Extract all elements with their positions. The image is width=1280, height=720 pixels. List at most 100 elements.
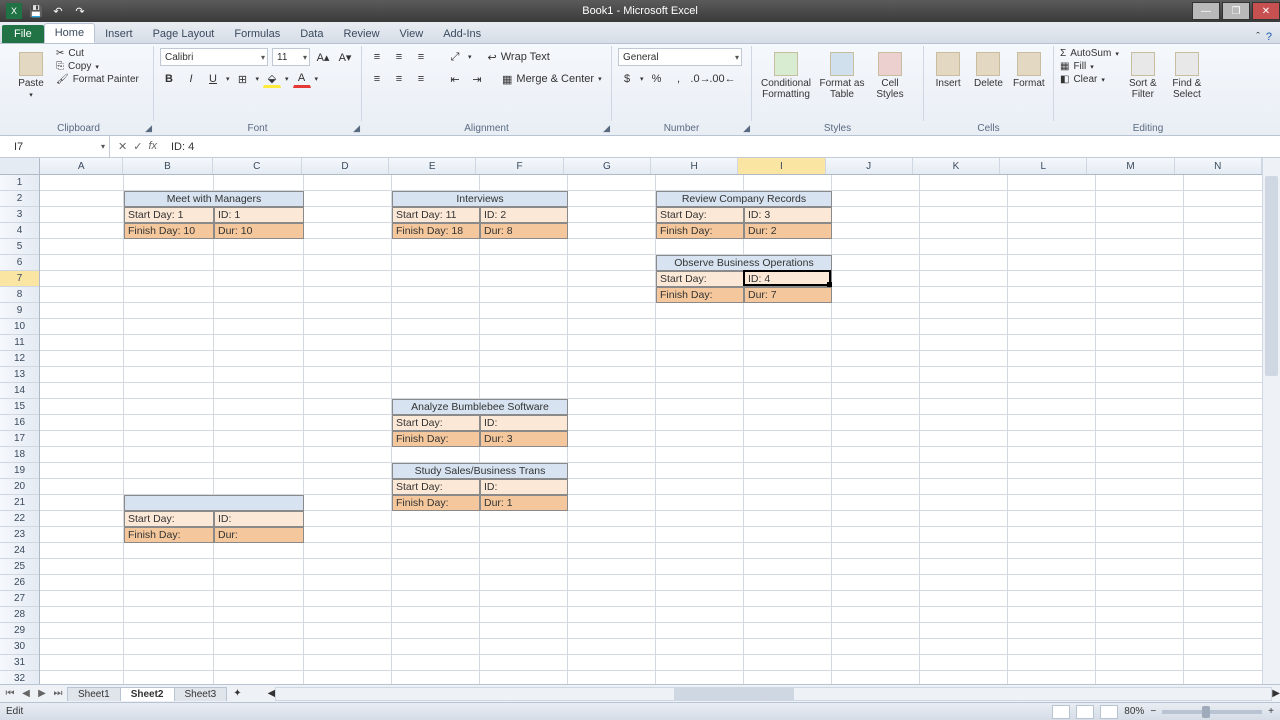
cut-button[interactable]: ✂Cut [56, 48, 139, 59]
task-header[interactable]: Review Company Records [656, 191, 832, 207]
task-cell[interactable]: Dur: 10 [214, 223, 304, 239]
task-cell[interactable]: ID: 1 [214, 207, 304, 223]
task-cell[interactable]: Dur: 3 [480, 431, 568, 447]
row-header-1[interactable]: 1 [0, 175, 39, 191]
help-icon[interactable]: ? [1266, 31, 1272, 43]
horizontal-scrollbar[interactable]: ◀▶ [268, 687, 1280, 701]
row-header-16[interactable]: 16 [0, 415, 39, 431]
row-header-22[interactable]: 22 [0, 511, 39, 527]
task-cell[interactable]: Finish Day: 10 [124, 223, 214, 239]
italic-button[interactable]: I [182, 70, 200, 88]
task-cell[interactable]: Start Day: [656, 207, 744, 223]
row-header-4[interactable]: 4 [0, 223, 39, 239]
font-name-dropdown[interactable]: Calibri [160, 48, 268, 66]
row-headers[interactable]: 1234567891011121314151617181920212223242… [0, 175, 40, 684]
task-cell[interactable]: Start Day: 1 [124, 207, 214, 223]
align-right-icon[interactable]: ≡ [412, 70, 430, 88]
font-color-button[interactable]: A [293, 70, 311, 88]
row-header-25[interactable]: 25 [0, 559, 39, 575]
clipboard-launcher[interactable]: ◢ [145, 123, 152, 134]
minimize-button[interactable]: — [1192, 2, 1220, 20]
number-format-dropdown[interactable]: General [618, 48, 742, 66]
bold-button[interactable]: B [160, 70, 178, 88]
align-middle-icon[interactable]: ≡ [390, 48, 408, 66]
border-button[interactable]: ⊞ [234, 70, 252, 88]
align-left-icon[interactable]: ≡ [368, 70, 386, 88]
sheet-tab-1[interactable]: Sheet1 [67, 687, 121, 701]
alignment-launcher[interactable]: ◢ [603, 123, 610, 134]
row-header-18[interactable]: 18 [0, 447, 39, 463]
row-header-11[interactable]: 11 [0, 335, 39, 351]
format-painter-button[interactable]: 🖌Format Painter [56, 74, 139, 85]
tab-page-layout[interactable]: Page Layout [143, 25, 225, 43]
align-center-icon[interactable]: ≡ [390, 70, 408, 88]
shrink-font-icon[interactable]: A▾ [336, 48, 354, 66]
format-as-table-button[interactable]: Format as Table [818, 48, 866, 100]
task-header[interactable]: Interviews [392, 191, 568, 207]
row-header-30[interactable]: 30 [0, 639, 39, 655]
wrap-text-button[interactable]: ↩Wrap Text [488, 51, 550, 64]
paste-button[interactable]: Paste▾ [10, 48, 52, 99]
decrease-indent-icon[interactable]: ⇤ [446, 70, 464, 88]
task-cell[interactable]: ID: 2 [480, 207, 568, 223]
task-header[interactable]: Meet with Managers [124, 191, 304, 207]
row-header-7[interactable]: 7 [0, 271, 39, 287]
normal-view-button[interactable] [1052, 705, 1070, 719]
task-cell[interactable]: Finish Day: [656, 287, 744, 303]
formula-input[interactable]: ID: 4 [165, 141, 1280, 153]
col-header-L[interactable]: L [1000, 158, 1087, 174]
increase-indent-icon[interactable]: ⇥ [468, 70, 486, 88]
tab-data[interactable]: Data [290, 25, 333, 43]
underline-button[interactable]: U [204, 70, 222, 88]
sheet-tab-2[interactable]: Sheet2 [120, 687, 175, 701]
col-header-F[interactable]: F [476, 158, 563, 174]
row-header-2[interactable]: 2 [0, 191, 39, 207]
row-header-8[interactable]: 8 [0, 287, 39, 303]
scroll-thumb[interactable] [1265, 176, 1278, 376]
col-header-I[interactable]: I [738, 158, 825, 174]
col-header-B[interactable]: B [123, 158, 212, 174]
percent-button[interactable]: % [648, 70, 666, 88]
fill-button[interactable]: ▦Fill▾ [1060, 61, 1119, 72]
row-header-23[interactable]: 23 [0, 527, 39, 543]
task-cell[interactable]: ID: [214, 511, 304, 527]
row-header-5[interactable]: 5 [0, 239, 39, 255]
row-header-24[interactable]: 24 [0, 543, 39, 559]
zoom-out-button[interactable]: − [1150, 706, 1156, 717]
row-header-10[interactable]: 10 [0, 319, 39, 335]
col-header-G[interactable]: G [564, 158, 651, 174]
name-box[interactable]: I7 [0, 136, 110, 157]
font-launcher[interactable]: ◢ [353, 123, 360, 134]
col-header-D[interactable]: D [302, 158, 389, 174]
autosum-button[interactable]: ΣAutoSum▾ [1060, 48, 1119, 59]
select-all-corner[interactable] [0, 158, 40, 175]
redo-icon[interactable]: ↷ [72, 3, 88, 19]
row-header-13[interactable]: 13 [0, 367, 39, 383]
row-header-28[interactable]: 28 [0, 607, 39, 623]
task-cell[interactable]: Start Day: [656, 271, 744, 287]
undo-icon[interactable]: ↶ [50, 3, 66, 19]
delete-cells-button[interactable]: Delete [970, 48, 1006, 89]
zoom-slider[interactable] [1162, 710, 1262, 714]
zoom-in-button[interactable]: + [1268, 706, 1274, 717]
task-cell[interactable]: Dur: 8 [480, 223, 568, 239]
task-cell[interactable]: Finish Day: [656, 223, 744, 239]
row-header-9[interactable]: 9 [0, 303, 39, 319]
new-sheet-icon[interactable]: ✦ [227, 688, 247, 699]
task-cell[interactable]: Finish Day: [392, 431, 480, 447]
row-header-12[interactable]: 12 [0, 351, 39, 367]
fill-color-button[interactable]: ⬙ [263, 70, 281, 88]
task-cell[interactable]: ID: 4 [744, 271, 832, 287]
row-header-26[interactable]: 26 [0, 575, 39, 591]
spreadsheet-grid[interactable]: ABCDEFGHIJKLMN 1234567891011121314151617… [0, 158, 1280, 684]
increase-decimal-button[interactable]: .0→ [692, 70, 710, 88]
comma-button[interactable]: , [670, 70, 688, 88]
cell-styles-button[interactable]: Cell Styles [870, 48, 910, 100]
vertical-scrollbar[interactable] [1262, 158, 1280, 684]
insert-cells-button[interactable]: Insert [930, 48, 966, 89]
tab-view[interactable]: View [390, 25, 434, 43]
copy-button[interactable]: ⎘Copy▾ [56, 61, 139, 72]
task-cell[interactable]: ID: 3 [744, 207, 832, 223]
sort-filter-button[interactable]: Sort & Filter [1123, 48, 1163, 100]
page-layout-view-button[interactable] [1076, 705, 1094, 719]
